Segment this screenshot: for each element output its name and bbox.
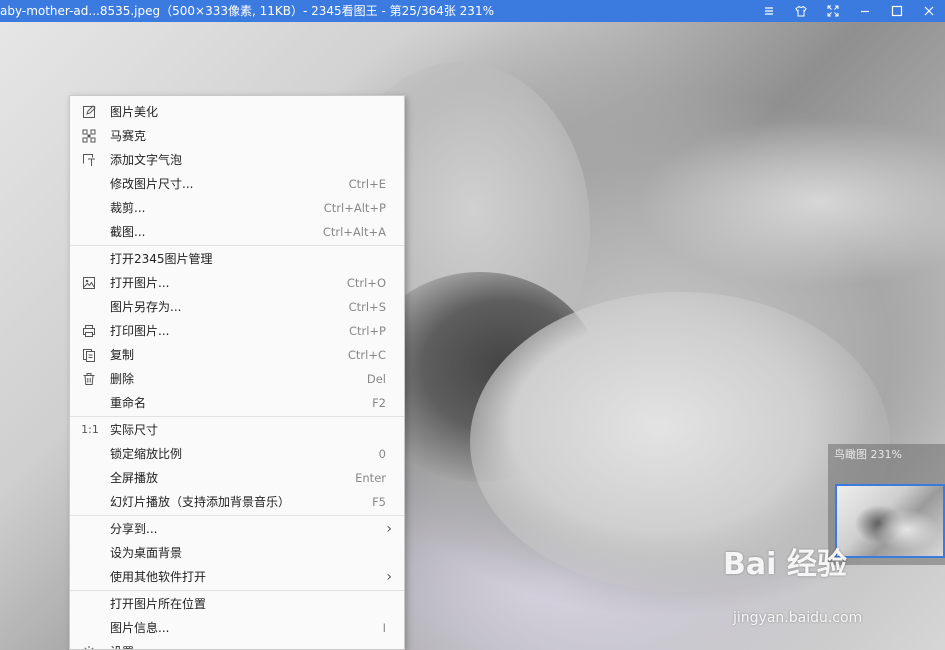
menu-item-label: 图片另存为...: [110, 300, 182, 314]
menu-item-label: 锁定缩放比例: [110, 447, 183, 461]
navigator-thumbnail[interactable]: [835, 484, 945, 558]
menu-item-shortcut: Ctrl+Alt+A: [322, 225, 386, 239]
menu-item-label: 打开图片所在位置: [110, 597, 207, 611]
watermark-logo: Bai 经验: [723, 548, 847, 582]
menu-item-label: 实际尺寸: [110, 423, 159, 437]
menu-item-resize[interactable]: 修改图片尺寸... Ctrl+E: [70, 172, 404, 196]
gear-icon: [82, 645, 96, 649]
menu-item-open-manager[interactable]: 打开2345图片管理: [70, 247, 404, 271]
minimize-icon[interactable]: [849, 0, 881, 22]
menu-item-delete[interactable]: 删除 Del: [70, 367, 404, 391]
menu-item-shortcut: Ctrl+O: [346, 276, 386, 290]
menu-item-shortcut: Ctrl+Alt+P: [323, 201, 386, 215]
menu-item-label: 设置: [110, 640, 134, 649]
menu-item-shortcut: Ctrl+P: [348, 324, 386, 338]
menu-item-label: 设为桌面背景: [110, 546, 183, 560]
menu-item-open-with[interactable]: 使用其他软件打开 ›: [70, 565, 404, 589]
menu-item-label: 裁剪...: [110, 201, 146, 215]
skin-icon[interactable]: [785, 0, 817, 22]
window-title: aby-mother-ad...8535.jpeg（500×333像素, 11K…: [0, 4, 494, 18]
menu-item-label: 复制: [110, 348, 135, 362]
context-menu: 图片美化 马赛克 添加文字气泡 修改图片尺寸... Ctrl+E 裁剪... C…: [69, 95, 405, 650]
navigator-label: 鸟瞰图 231%: [834, 448, 902, 461]
menu-item-label: 分享到...: [110, 522, 158, 536]
menu-item-crop[interactable]: 裁剪... Ctrl+Alt+P: [70, 196, 404, 220]
menu-item-copy[interactable]: 复制 Ctrl+C: [70, 343, 404, 367]
menu-item-screenshot[interactable]: 截图... Ctrl+Alt+A: [70, 220, 404, 244]
menu-item-shortcut: Ctrl+S: [348, 300, 386, 314]
menu-item-shortcut: Enter: [355, 471, 386, 485]
menu-item-label: 图片信息...: [110, 621, 170, 635]
menu-item-label: 打印图片...: [110, 324, 170, 338]
menu-item-set-wallpaper[interactable]: 设为桌面背景: [70, 541, 404, 565]
menu-item-share[interactable]: 分享到... ›: [70, 517, 404, 541]
menu-item-mosaic[interactable]: 马赛克: [70, 124, 404, 148]
menu-item-label: 删除: [110, 372, 135, 386]
menu-item-label: 截图...: [110, 225, 146, 239]
menu-item-text-bubble[interactable]: 添加文字气泡: [70, 148, 404, 172]
menu-item-settings[interactable]: 设置: [70, 640, 404, 649]
menu-item-label: 添加文字气泡: [110, 153, 183, 167]
menu-item-label: 马赛克: [110, 129, 147, 143]
menu-item-lock-zoom[interactable]: 锁定缩放比例 0: [70, 442, 404, 466]
title-bar: aby-mother-ad...8535.jpeg（500×333像素, 11K…: [0, 0, 945, 22]
watermark-url: jingyan.baidu.com: [733, 610, 863, 626]
menu-item-label: 使用其他软件打开: [110, 570, 207, 584]
image-icon: [82, 276, 96, 290]
chevron-right-icon: ›: [386, 569, 392, 585]
window-controls: [753, 0, 945, 22]
menu-item-open-image[interactable]: 打开图片... Ctrl+O: [70, 271, 404, 295]
menu-item-label: 图片美化: [110, 105, 159, 119]
chevron-right-icon: ›: [386, 521, 392, 537]
edit-icon: [82, 105, 96, 119]
printer-icon: [82, 324, 96, 338]
copy-icon: [82, 348, 96, 362]
menu-item-label: 修改图片尺寸...: [110, 177, 194, 191]
maximize-icon[interactable]: [881, 0, 913, 22]
menu-item-print[interactable]: 打印图片... Ctrl+P: [70, 319, 404, 343]
menu-item-label: 幻灯片播放（支持添加背景音乐）: [110, 495, 291, 509]
mosaic-icon: [82, 129, 96, 143]
text-bubble-icon: [82, 153, 96, 167]
menu-item-save-as[interactable]: 图片另存为... Ctrl+S: [70, 295, 404, 319]
menu-item-rename[interactable]: 重命名 F2: [70, 391, 404, 415]
watermark-text: Bai 经验: [723, 547, 847, 582]
menu-item-shortcut: F5: [372, 495, 386, 509]
menu-item-label: 全屏播放: [110, 471, 159, 485]
menu-item-shortcut: Del: [366, 372, 386, 386]
menu-item-shortcut: 0: [378, 447, 386, 461]
menu-item-image-info[interactable]: 图片信息... I: [70, 616, 404, 640]
menu-item-open-location[interactable]: 打开图片所在位置: [70, 592, 404, 616]
menu-item-shortcut: Ctrl+E: [348, 177, 386, 191]
close-icon[interactable]: [913, 0, 945, 22]
menu-item-label: 重命名: [110, 396, 147, 410]
menu-item-actual-size[interactable]: 1:1 实际尺寸: [70, 418, 404, 442]
menu-item-shortcut: Ctrl+C: [347, 348, 386, 362]
menu-item-beautify[interactable]: 图片美化: [70, 100, 404, 124]
watermark: Bai 经验 jingyan.baidu.com: [723, 548, 862, 627]
menu-item-label: 打开2345图片管理: [110, 252, 213, 266]
menu-item-shortcut: I: [382, 621, 386, 635]
menu-item-label: 打开图片...: [110, 276, 170, 290]
trash-icon: [82, 372, 96, 386]
menu-item-shortcut: F2: [372, 396, 386, 410]
actual-size-icon: 1:1: [81, 423, 99, 436]
menu-icon[interactable]: [753, 0, 785, 22]
fullscreen-icon[interactable]: [817, 0, 849, 22]
menu-item-fullscreen[interactable]: 全屏播放 Enter: [70, 466, 404, 490]
menu-item-slideshow[interactable]: 幻灯片播放（支持添加背景音乐） F5: [70, 490, 404, 514]
